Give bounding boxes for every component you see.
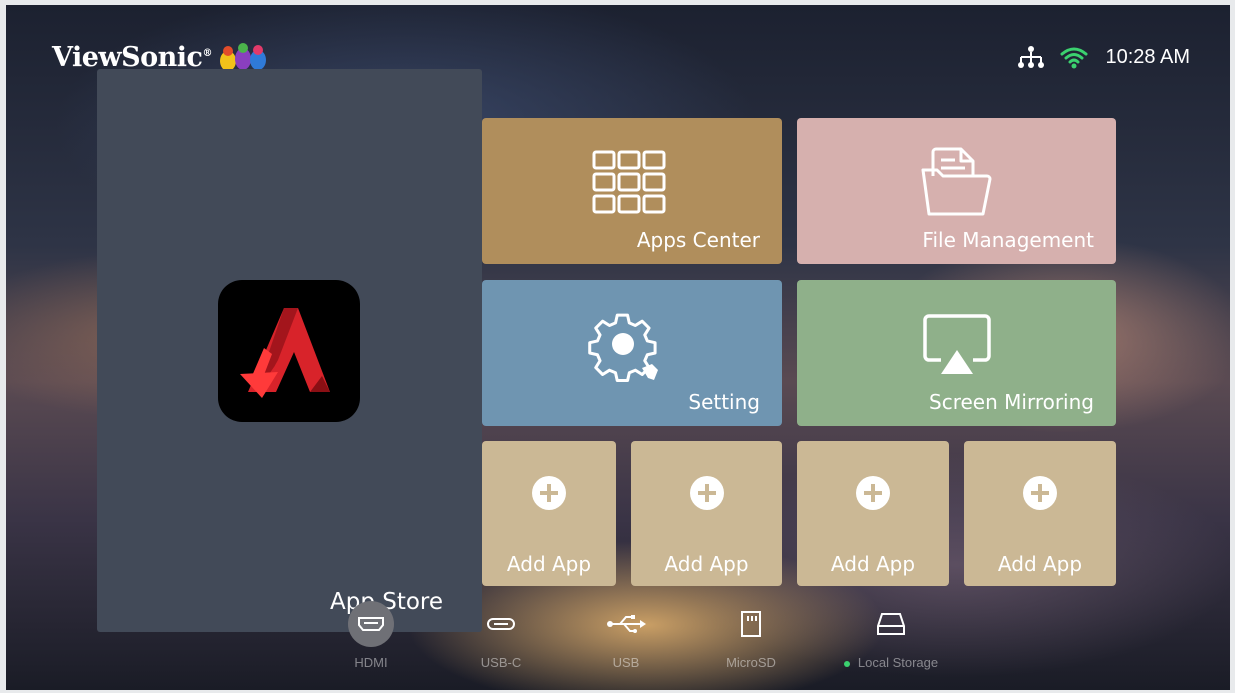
folder-icon bbox=[921, 147, 992, 216]
add-app-tile-4[interactable]: Add App bbox=[964, 441, 1116, 586]
wifi-icon bbox=[1060, 47, 1088, 69]
usb-c-icon bbox=[487, 618, 515, 630]
clock: 10:28 AM bbox=[1105, 45, 1190, 68]
sd-card-icon bbox=[741, 611, 761, 637]
source-label: MicroSD bbox=[726, 655, 776, 670]
grid-icon bbox=[592, 150, 666, 214]
source-label: USB-C bbox=[480, 655, 522, 670]
source-label: USB bbox=[612, 655, 640, 670]
plus-circle-icon bbox=[856, 476, 890, 510]
logo-text: ViewSonic® bbox=[52, 41, 212, 73]
file-management-tile[interactable]: File Management bbox=[797, 118, 1116, 264]
launcher-screen: ViewSonic® 10:28 AM Apps Center File Man… bbox=[6, 5, 1230, 690]
add-app-tile-1[interactable]: Add App bbox=[482, 441, 616, 586]
add-app-tile-2[interactable]: Add App bbox=[631, 441, 782, 586]
add-app-tile-3[interactable]: Add App bbox=[797, 441, 949, 586]
plus-circle-icon bbox=[532, 476, 566, 510]
airplay-icon bbox=[923, 314, 991, 374]
plus-circle-icon bbox=[1023, 476, 1057, 510]
source-label-local-storage: Local Storage bbox=[826, 655, 956, 670]
plus-circle-icon bbox=[689, 476, 724, 510]
source-label: HDMI bbox=[354, 655, 388, 670]
network-icon bbox=[1018, 46, 1045, 68]
setting-tile[interactable]: Setting bbox=[482, 280, 782, 426]
gear-icon bbox=[588, 313, 658, 383]
app-preview-panel[interactable]: App Store bbox=[97, 69, 482, 632]
input-source-bar: HDMI USB-C USB MicroSD Local Storage bbox=[336, 601, 956, 681]
hdmi-icon bbox=[358, 617, 384, 631]
apps-center-tile[interactable]: Apps Center bbox=[482, 118, 782, 264]
add-app-label: Add App bbox=[997, 552, 1083, 576]
file-management-label: File Management bbox=[922, 228, 1094, 252]
app-store-icon bbox=[218, 280, 360, 422]
usb-icon bbox=[607, 615, 646, 633]
add-app-label: Add App bbox=[506, 552, 592, 576]
source-usb-c[interactable]: USB-C bbox=[456, 601, 546, 670]
source-usb[interactable]: USB bbox=[581, 601, 671, 670]
screen-mirroring-label: Screen Mirroring bbox=[929, 390, 1094, 414]
active-indicator-dot bbox=[843, 660, 850, 667]
add-app-label: Add App bbox=[664, 552, 749, 576]
setting-label: Setting bbox=[688, 390, 760, 414]
hard-drive-icon bbox=[877, 613, 905, 635]
source-local-storage[interactable]: Local Storage bbox=[826, 601, 956, 670]
screen-mirroring-tile[interactable]: Screen Mirroring bbox=[797, 280, 1116, 426]
source-microsd[interactable]: MicroSD bbox=[706, 601, 796, 670]
source-hdmi[interactable]: HDMI bbox=[326, 601, 416, 670]
apps-center-label: Apps Center bbox=[636, 228, 760, 252]
add-app-label: Add App bbox=[830, 552, 916, 576]
status-bar: 10:28 AM bbox=[1017, 45, 1190, 69]
